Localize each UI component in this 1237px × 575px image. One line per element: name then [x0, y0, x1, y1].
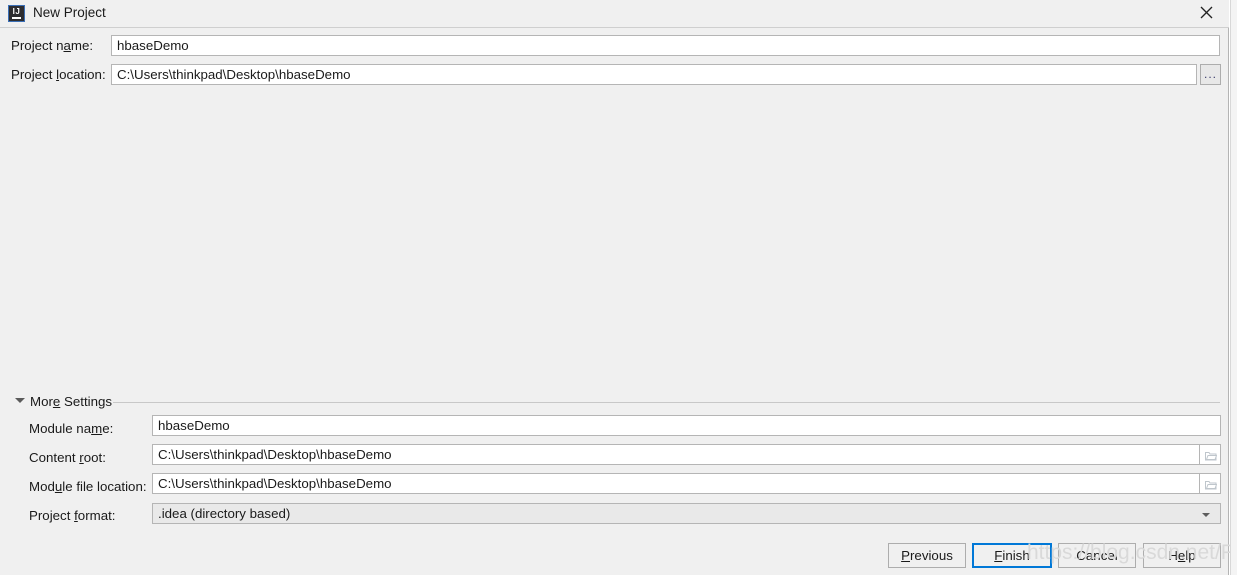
project-location-input[interactable]: C:\Users\thinkpad\Desktop\hbaseDemo: [111, 64, 1197, 85]
project-name-input[interactable]: hbaseDemo: [111, 35, 1220, 56]
help-button[interactable]: Help: [1143, 543, 1221, 568]
ellipsis-icon: ...: [1203, 67, 1217, 81]
more-settings-separator: [113, 402, 1220, 403]
project-location-browse-button[interactable]: ...: [1200, 64, 1221, 85]
content-root-label: Content root:: [29, 450, 106, 465]
folder-icon: [1205, 481, 1217, 490]
app-icon-underbar: [12, 17, 21, 19]
module-file-location-browse-button[interactable]: [1200, 473, 1221, 494]
content-root-input[interactable]: C:\Users\thinkpad\Desktop\hbaseDemo: [152, 444, 1200, 465]
module-file-location-input[interactable]: C:\Users\thinkpad\Desktop\hbaseDemo: [152, 473, 1200, 494]
chevron-down-icon[interactable]: [15, 398, 25, 403]
close-button[interactable]: [1184, 0, 1229, 26]
finish-button[interactable]: Finish: [972, 543, 1052, 568]
project-location-label: Project location:: [11, 67, 106, 82]
more-settings-label[interactable]: More Settings: [30, 394, 112, 410]
title-bar: IJ New Project: [0, 0, 1229, 28]
module-name-input[interactable]: hbaseDemo: [152, 415, 1221, 436]
dialog-right-edge: [1230, 0, 1237, 575]
project-format-select[interactable]: .idea (directory based): [152, 503, 1221, 524]
project-format-label: Project format:: [29, 508, 116, 523]
cancel-button[interactable]: Cancel: [1058, 543, 1136, 568]
content-root-browse-button[interactable]: [1200, 444, 1221, 465]
intellij-idea-icon: IJ: [8, 5, 25, 22]
close-icon: [1200, 6, 1213, 19]
module-file-location-label: Module file location:: [29, 479, 147, 494]
new-project-dialog: IJ New Project Project name: hbaseDemo P…: [0, 0, 1237, 575]
window-title: New Project: [33, 5, 106, 20]
chevron-down-icon: [1202, 513, 1210, 517]
project-name-label: Project name:: [11, 38, 94, 53]
previous-button[interactable]: Previous: [888, 543, 966, 568]
module-name-label: Module name:: [29, 421, 114, 436]
folder-icon: [1205, 452, 1217, 461]
app-icon-text: IJ: [12, 7, 21, 16]
project-format-value: .idea (directory based): [158, 506, 291, 521]
